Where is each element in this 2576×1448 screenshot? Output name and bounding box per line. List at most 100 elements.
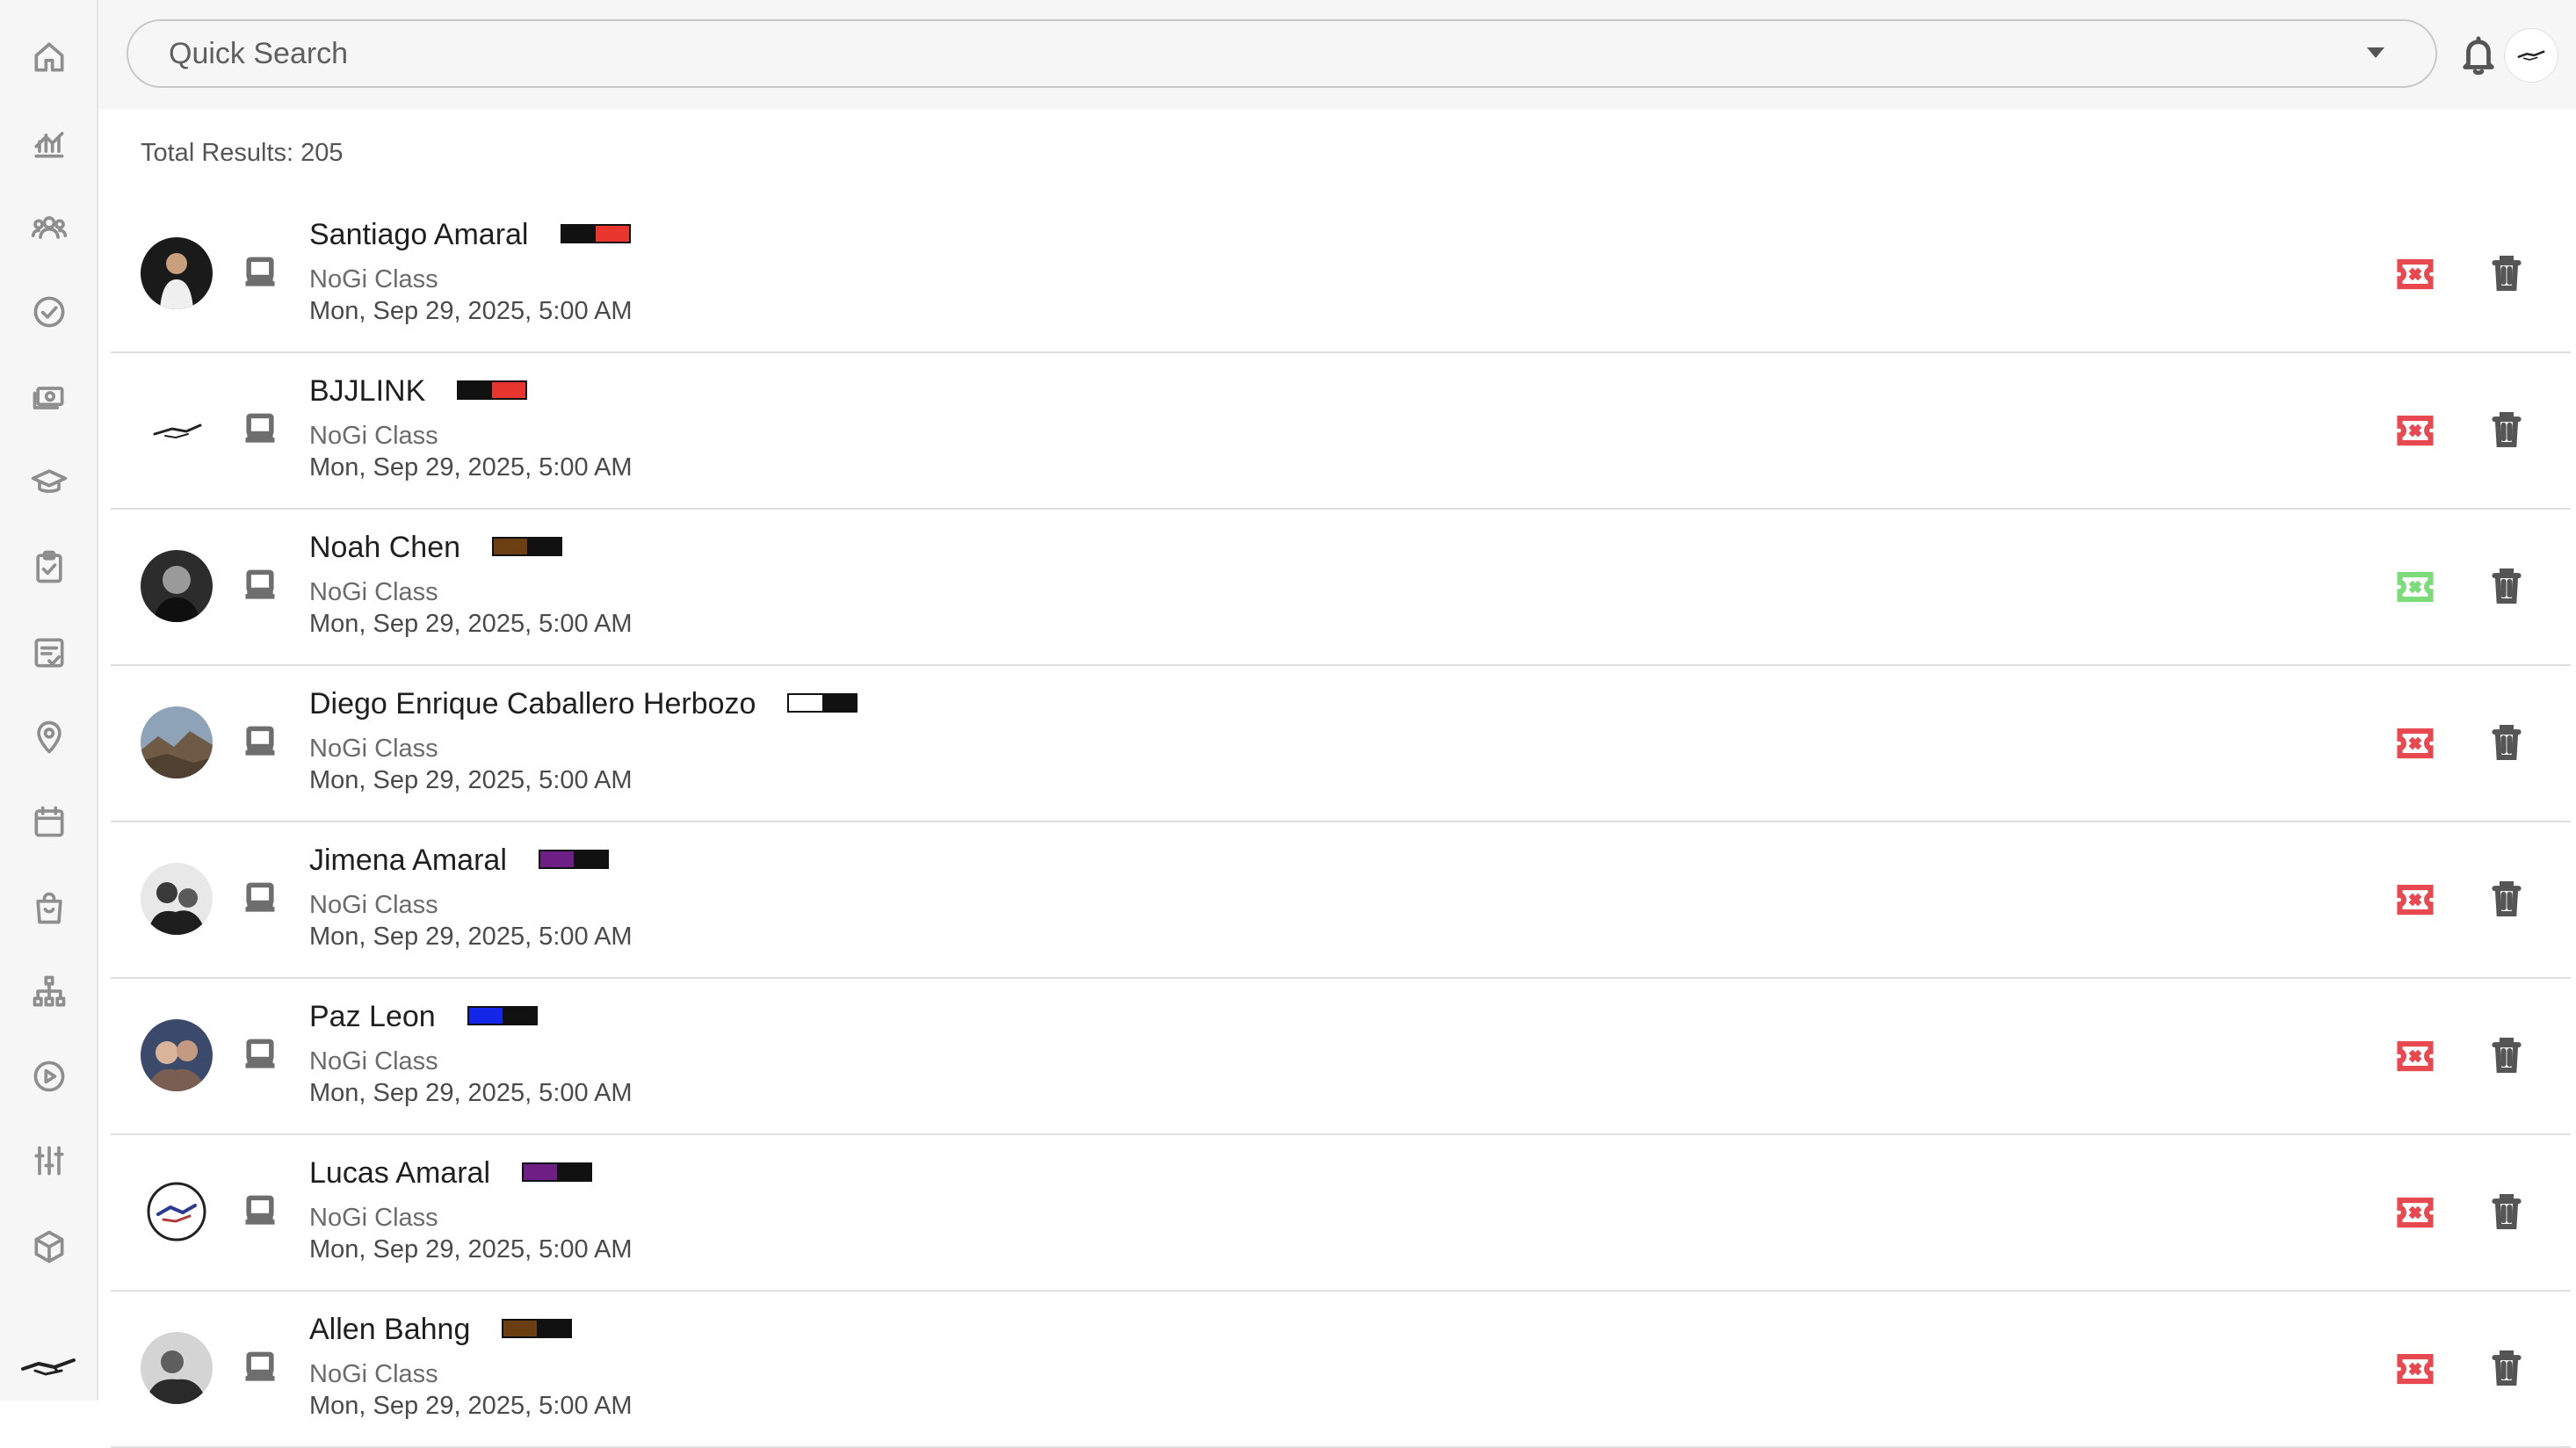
class-name: NoGi Class [309, 735, 438, 763]
member-name-row: Allen Bahng [309, 1313, 573, 1347]
list-item[interactable]: Paz Leon NoGi Class Mon, Sep 29, 2025, 5… [111, 979, 2571, 1135]
delete-icon[interactable] [2492, 411, 2522, 448]
avatar [141, 1176, 213, 1248]
hierarchy-icon[interactable] [24, 967, 75, 1017]
location-pin-icon[interactable] [24, 712, 75, 763]
belt-rank-badge [467, 1006, 538, 1026]
class-name: NoGi Class [309, 1204, 438, 1232]
ticket-icon[interactable] [2397, 1197, 2434, 1228]
class-name: NoGi Class [309, 578, 438, 606]
clipboard-check-icon[interactable] [24, 541, 75, 592]
analytics-icon[interactable] [24, 118, 75, 169]
member-name: Noah Chen [309, 531, 461, 564]
avatar [141, 863, 213, 935]
member-name-row: Diego Enrique Caballero Herbozo [309, 687, 858, 721]
laptop-icon [241, 879, 279, 917]
ticket-icon[interactable] [2397, 728, 2434, 759]
belt-rank-badge [560, 224, 631, 244]
belt-rank-badge [522, 1162, 592, 1183]
list-item[interactable]: Allen Bahng NoGi Class Mon, Sep 29, 2025… [111, 1292, 2571, 1448]
bell-icon[interactable] [2458, 33, 2499, 77]
member-name: Allen Bahng [309, 1313, 471, 1346]
class-name: NoGi Class [309, 422, 438, 450]
ticket-icon[interactable] [2397, 1353, 2434, 1385]
delete-icon[interactable] [2492, 1037, 2522, 1074]
delete-icon[interactable] [2492, 880, 2522, 917]
delete-icon[interactable] [2492, 255, 2522, 292]
laptop-icon [241, 409, 279, 448]
member-name: Santiago Amaral [309, 218, 529, 251]
list-item[interactable]: Lucas Amaral NoGi Class Mon, Sep 29, 202… [111, 1135, 2571, 1292]
avatar [141, 550, 213, 622]
logo [19, 1344, 79, 1386]
chevron-down-icon[interactable] [2367, 47, 2384, 58]
list-item[interactable]: Santiago Amaral NoGi Class Mon, Sep 29, … [111, 197, 2571, 353]
class-date: Mon, Sep 29, 2025, 5:00 AM [309, 923, 633, 951]
delete-icon[interactable] [2492, 1193, 2522, 1230]
list-item[interactable]: Jimena Amaral NoGi Class Mon, Sep 29, 20… [111, 822, 2571, 979]
total-results: Total Results: 205 [141, 139, 344, 167]
search-placeholder: Quick Search [169, 36, 349, 70]
class-date: Mon, Sep 29, 2025, 5:00 AM [309, 610, 633, 638]
belt-rank-badge [457, 380, 528, 401]
quick-search-select[interactable]: Quick Search [127, 19, 2437, 88]
avatar [141, 237, 213, 309]
class-date: Mon, Sep 29, 2025, 5:00 AM [309, 453, 633, 481]
belt-rank-badge [492, 537, 563, 557]
member-name-row: Paz Leon [309, 1000, 538, 1034]
member-name: Paz Leon [309, 1000, 436, 1033]
delete-icon[interactable] [2492, 724, 2522, 761]
sidebar [0, 0, 98, 1401]
shopping-bag-icon[interactable] [24, 882, 75, 933]
attendance-list: Santiago Amaral NoGi Class Mon, Sep 29, … [111, 197, 2571, 1448]
play-circle-icon[interactable] [24, 1051, 75, 1102]
delete-icon[interactable] [2492, 568, 2522, 605]
avatar [141, 1019, 213, 1091]
home-icon[interactable] [24, 32, 75, 83]
graduation-cap-icon[interactable] [24, 457, 75, 508]
top-bar: Quick Search [98, 0, 2576, 109]
delete-icon[interactable] [2492, 1350, 2522, 1386]
laptop-icon [241, 1191, 279, 1230]
belt-rank-badge [538, 850, 609, 870]
member-name: BJJLINK [309, 374, 426, 408]
ticket-icon[interactable] [2397, 571, 2434, 603]
member-name: Jimena Amaral [309, 843, 507, 877]
checklist-icon[interactable] [24, 627, 75, 678]
member-name: Lucas Amaral [309, 1156, 490, 1190]
list-item[interactable]: Noah Chen NoGi Class Mon, Sep 29, 2025, … [111, 510, 2571, 666]
laptop-icon [241, 1035, 279, 1074]
list-item[interactable]: Diego Enrique Caballero Herbozo NoGi Cla… [111, 666, 2571, 822]
ticket-icon[interactable] [2397, 415, 2434, 446]
laptop-icon [241, 1348, 279, 1386]
ticket-icon[interactable] [2397, 258, 2434, 290]
member-name-row: BJJLINK [309, 374, 528, 409]
class-date: Mon, Sep 29, 2025, 5:00 AM [309, 1392, 633, 1420]
member-name-row: Lucas Amaral [309, 1156, 592, 1191]
class-date: Mon, Sep 29, 2025, 5:00 AM [309, 766, 633, 794]
member-name-row: Jimena Amaral [309, 843, 609, 878]
calendar-icon[interactable] [24, 796, 75, 847]
cube-icon[interactable] [24, 1221, 75, 1272]
user-avatar[interactable] [2504, 28, 2558, 83]
class-name: NoGi Class [309, 1360, 438, 1388]
class-date: Mon, Sep 29, 2025, 5:00 AM [309, 297, 633, 325]
list-item[interactable]: BJJLINK NoGi Class Mon, Sep 29, 2025, 5:… [111, 353, 2571, 510]
avatar [141, 1332, 213, 1404]
class-date: Mon, Sep 29, 2025, 5:00 AM [309, 1079, 633, 1107]
member-name: Diego Enrique Caballero Herbozo [309, 687, 756, 720]
laptop-icon [241, 722, 279, 761]
ticket-icon[interactable] [2397, 1040, 2434, 1072]
class-name: NoGi Class [309, 891, 438, 919]
sliders-icon[interactable] [24, 1135, 75, 1186]
class-name: NoGi Class [309, 1047, 438, 1075]
laptop-icon [241, 253, 279, 292]
avatar [141, 394, 213, 466]
check-circle-icon[interactable] [24, 286, 75, 337]
belt-rank-badge [502, 1319, 573, 1339]
payments-icon[interactable] [24, 373, 75, 424]
laptop-icon [241, 566, 279, 605]
avatar [141, 706, 213, 778]
members-icon[interactable] [24, 202, 75, 253]
ticket-icon[interactable] [2397, 884, 2434, 916]
